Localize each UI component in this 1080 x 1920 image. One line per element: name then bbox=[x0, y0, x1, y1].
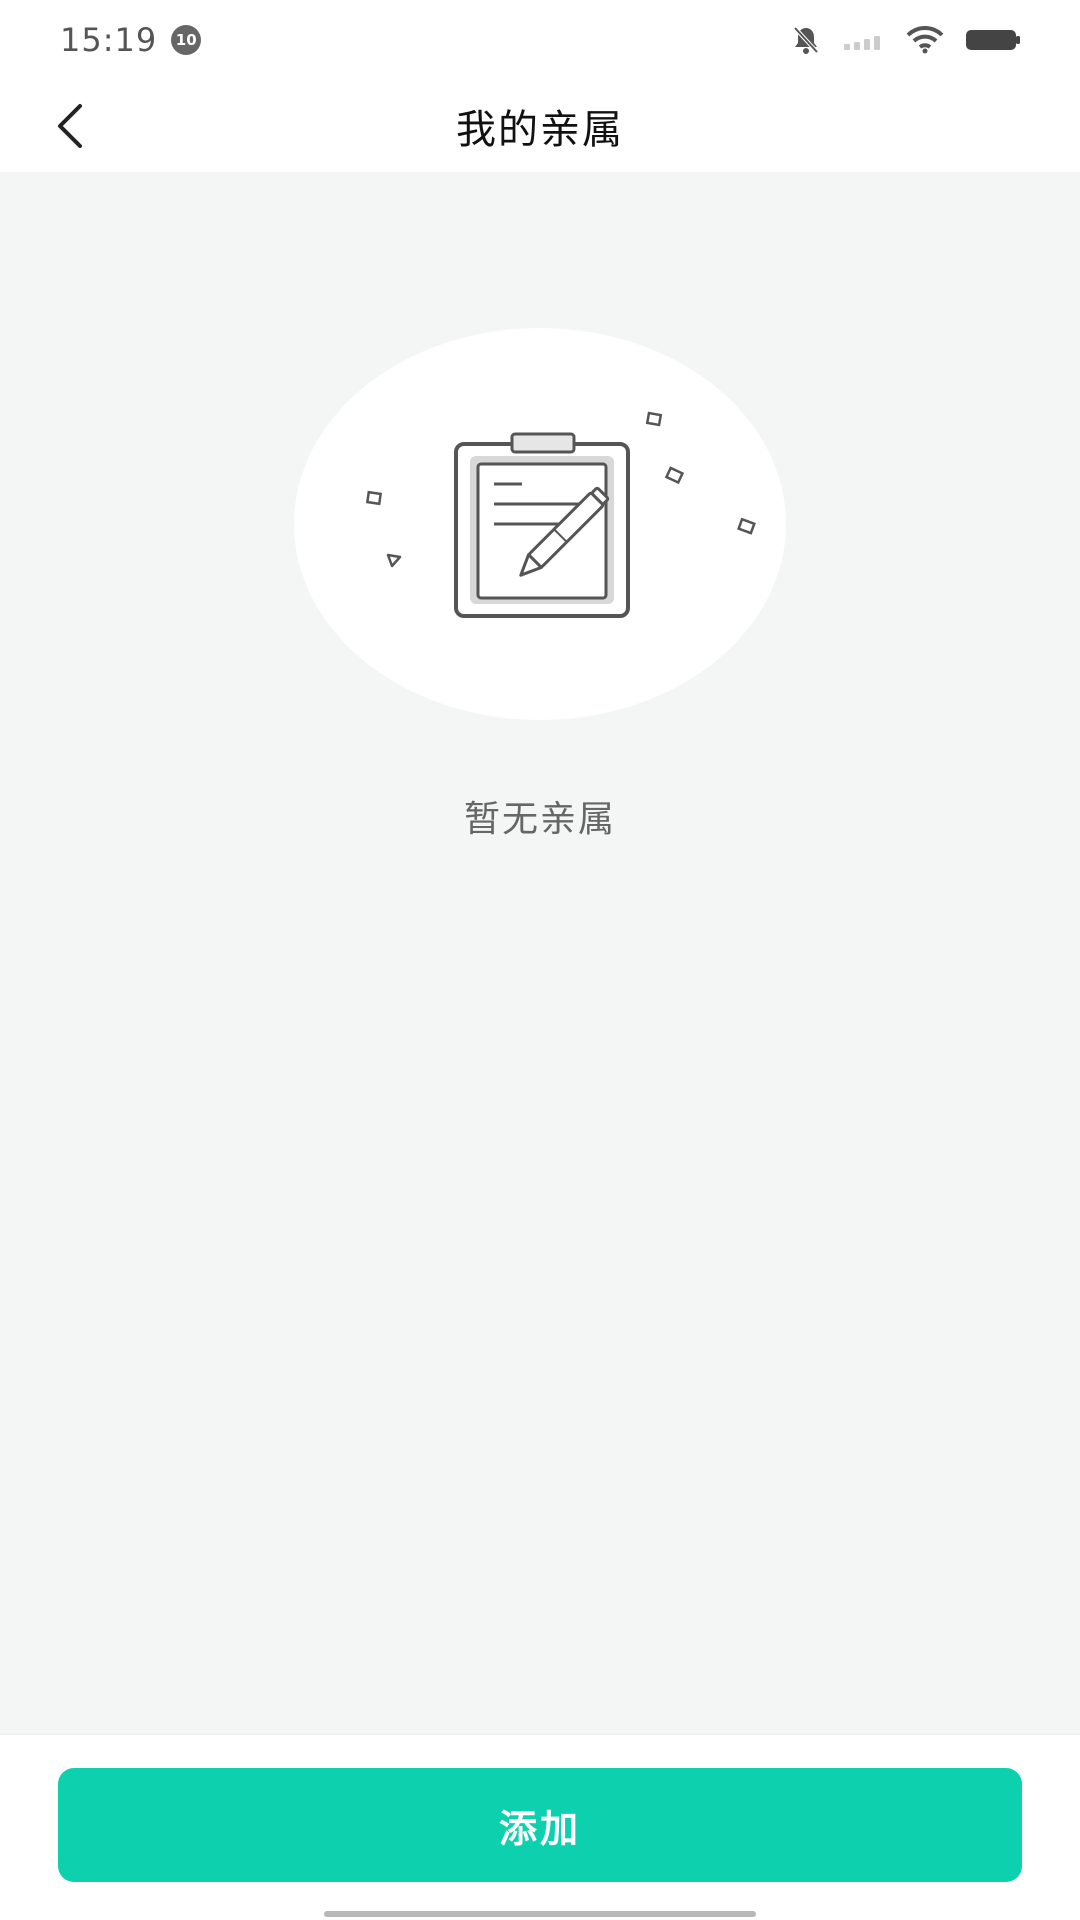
chevron-left-icon bbox=[58, 104, 82, 148]
status-icons bbox=[790, 24, 1020, 56]
page-title: 我的亲属 bbox=[456, 107, 624, 153]
battery-icon bbox=[966, 30, 1020, 50]
empty-state-message: 暂无亲属 bbox=[463, 799, 616, 840]
clipboard-pen-icon bbox=[294, 328, 786, 720]
header: 我的亲属 bbox=[0, 80, 1080, 172]
wifi-icon bbox=[906, 26, 944, 54]
notification-badge: 10 bbox=[171, 25, 202, 55]
bottom-bar: 添加 bbox=[0, 1734, 1080, 1920]
home-indicator bbox=[324, 1911, 756, 1917]
back-button[interactable] bbox=[38, 94, 102, 158]
status-bar: 15:19 10 bbox=[0, 0, 1080, 80]
bell-off-icon bbox=[793, 26, 819, 54]
screen: 15:19 10 我的亲属 暂无亲属 添加 bbox=[0, 0, 1080, 1920]
status-time: 15:19 bbox=[60, 21, 158, 59]
add-button[interactable]: 添加 bbox=[58, 1768, 1022, 1882]
signal-icon bbox=[844, 36, 880, 50]
empty-state-illustration bbox=[294, 328, 786, 720]
